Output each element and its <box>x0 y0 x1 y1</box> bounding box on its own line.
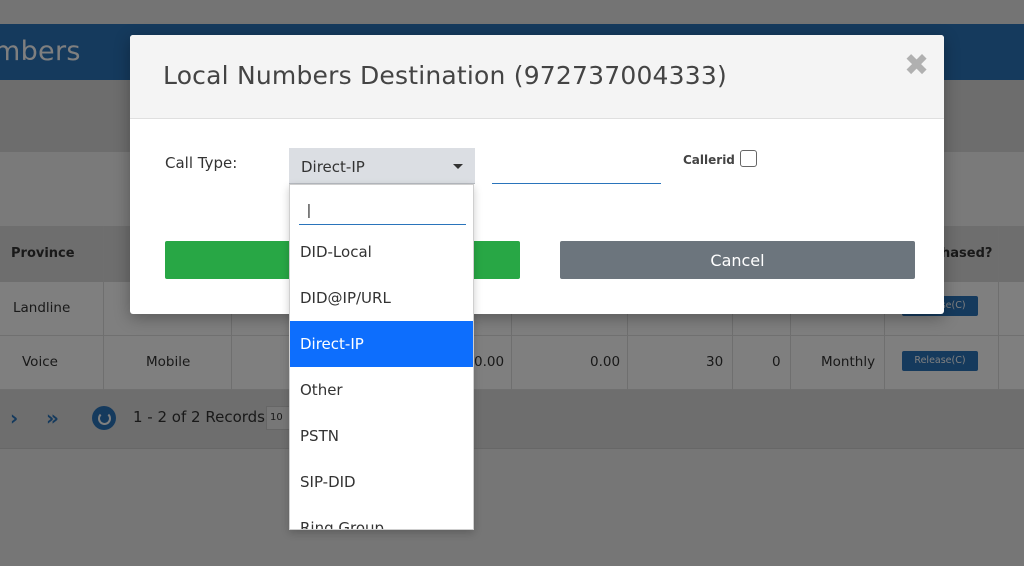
cancel-button[interactable]: Cancel <box>560 241 915 279</box>
option-ring-group[interactable]: Ring Group <box>290 505 473 529</box>
call-type-dropdown: DID-Local DID@IP/URL Direct-IP Other PST… <box>289 184 474 530</box>
option-pstn[interactable]: PSTN <box>290 413 473 459</box>
modal-title: Local Numbers Destination (972737004333) <box>163 61 727 90</box>
option-did-ip-url[interactable]: DID@IP/URL <box>290 275 473 321</box>
dropdown-options: DID-Local DID@IP/URL Direct-IP Other PST… <box>290 229 473 529</box>
destination-modal: Local Numbers Destination (972737004333)… <box>130 35 944 314</box>
option-did-local[interactable]: DID-Local <box>290 229 473 275</box>
option-direct-ip[interactable]: Direct-IP <box>290 321 473 367</box>
call-type-value: Direct-IP <box>301 158 365 176</box>
modal-header: Local Numbers Destination (972737004333)… <box>130 35 944 119</box>
callerid-label: Callerid <box>683 153 735 167</box>
caret-down-icon <box>453 164 463 169</box>
destination-input[interactable] <box>492 148 661 184</box>
dropdown-search-input[interactable] <box>299 197 466 225</box>
option-sip-did[interactable]: SIP-DID <box>290 459 473 505</box>
close-icon[interactable]: ✖ <box>904 48 929 83</box>
call-type-label: Call Type: <box>165 154 238 172</box>
option-other[interactable]: Other <box>290 367 473 413</box>
callerid-checkbox[interactable] <box>740 150 757 167</box>
call-type-select[interactable]: Direct-IP <box>289 148 475 184</box>
